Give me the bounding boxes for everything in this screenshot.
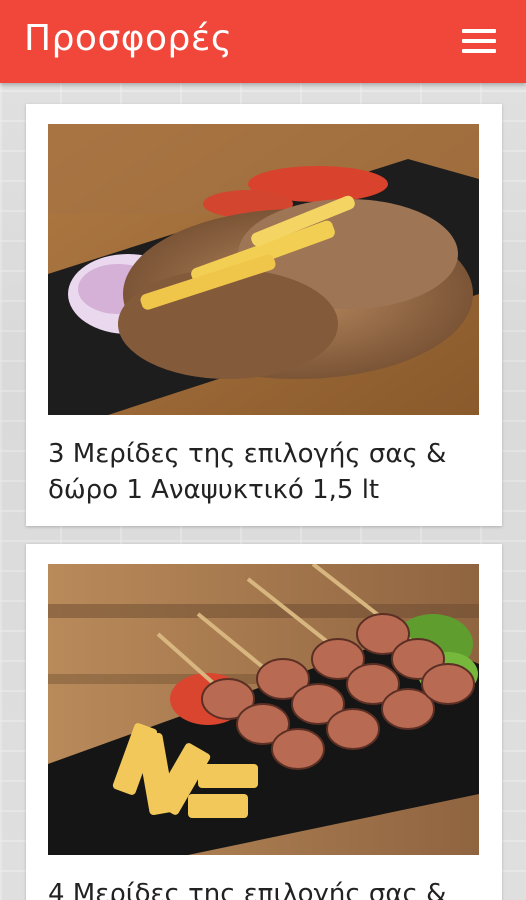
page-title: Προσφορές [24, 18, 233, 59]
gyros-plate-image [48, 124, 479, 415]
offer-title: 3 Μερίδες της επιλογής σας & δώρο 1 Αναψ… [48, 439, 447, 505]
offer-card[interactable]: 4 Μερίδες της επιλογής σας & [26, 544, 502, 900]
offer-title: 4 Μερίδες της επιλογής σας & [48, 879, 447, 900]
menu-button[interactable] [460, 26, 500, 56]
offer-card[interactable]: 3 Μερίδες της επιλογής σας & δώρο 1 Αναψ… [26, 104, 502, 526]
souvlaki-skewers-image [48, 564, 479, 855]
app-bar: Προσφορές [0, 0, 526, 83]
